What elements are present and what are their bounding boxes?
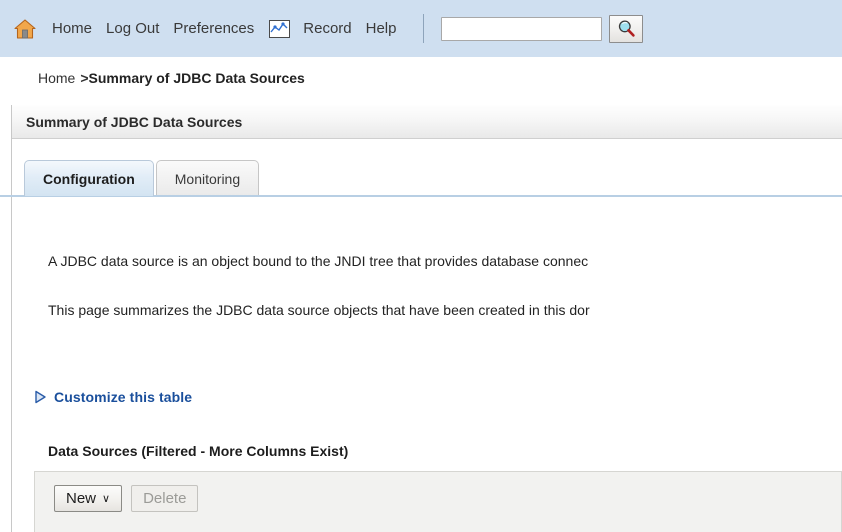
tab-configuration[interactable]: Configuration	[24, 160, 154, 196]
toolbar-divider	[423, 14, 425, 43]
magnifier-icon	[617, 19, 636, 38]
new-button[interactable]: New ∨	[54, 485, 123, 512]
tab-strip: Configuration Monitoring	[12, 152, 842, 196]
chevron-down-icon: ∨	[102, 493, 111, 505]
chart-record-icon[interactable]	[269, 19, 291, 38]
search-input[interactable]	[441, 16, 603, 41]
triangle-right-icon	[34, 390, 47, 404]
page-title: Summary of JDBC Data Sources	[26, 113, 243, 130]
customize-this-table-label[interactable]: Customize this table	[54, 389, 192, 405]
tab-monitoring-label: Monitoring	[174, 170, 241, 187]
breadcrumb: Home > Summary of JDBC Data Sources	[0, 57, 842, 99]
intro-paragraph-2: This page summarizes the JDBC data sourc…	[48, 302, 590, 318]
tab-monitoring[interactable]: Monitoring	[155, 160, 260, 196]
toolbar-link-log-out[interactable]: Log Out	[99, 21, 166, 36]
data-sources-panel: New ∨ Delete	[34, 471, 842, 532]
top-toolbar: Home Log Out Preferences Record Help	[0, 0, 842, 57]
toolbar-items: Home Log Out Preferences Record Help	[14, 14, 644, 43]
breadcrumb-current: Summary of JDBC Data Sources	[88, 70, 305, 86]
content-area: A JDBC data source is an object bound to…	[12, 197, 842, 532]
tab-configuration-label: Configuration	[43, 170, 135, 187]
delete-button-label: Delete	[143, 490, 187, 507]
customize-this-table-link[interactable]: Customize this table	[34, 389, 192, 405]
intro-paragraph-1: A JDBC data source is an object bound to…	[48, 253, 589, 269]
toolbar-link-help[interactable]: Help	[359, 21, 404, 36]
breadcrumb-separator: >	[80, 70, 89, 86]
home-icon[interactable]	[14, 18, 36, 39]
new-button-label: New	[66, 490, 97, 507]
toolbar-link-record[interactable]: Record	[296, 21, 358, 36]
data-sources-toolbar: New ∨ Delete	[54, 485, 199, 512]
toolbar-link-home[interactable]: Home	[45, 21, 99, 36]
data-sources-title: Data Sources (Filtered - More Columns Ex…	[48, 443, 349, 459]
toolbar-link-preferences[interactable]: Preferences	[166, 21, 261, 36]
tabs-row: Configuration Monitoring	[24, 160, 260, 196]
delete-button: Delete	[131, 485, 199, 512]
search-button[interactable]	[609, 14, 644, 43]
page-header-bar: Summary of JDBC Data Sources	[12, 105, 842, 139]
breadcrumb-link-home[interactable]: Home	[38, 70, 75, 86]
